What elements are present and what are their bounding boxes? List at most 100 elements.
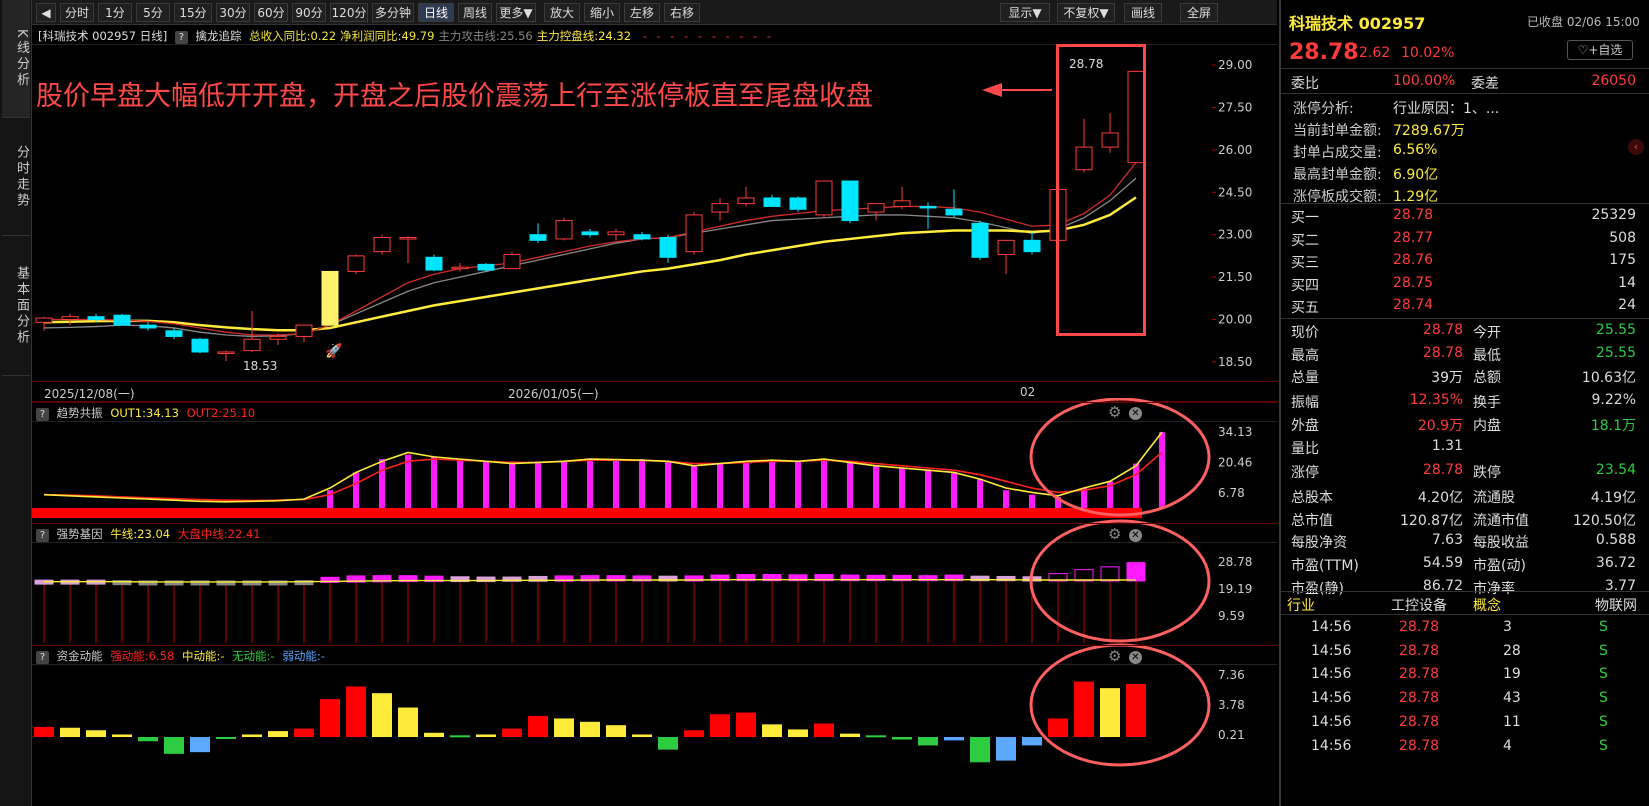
action-button-3[interactable]: 右移 (664, 3, 700, 22)
period-button-4[interactable]: 30分 (216, 3, 250, 22)
toolbar-right-2[interactable]: 画线 (1124, 3, 1162, 22)
period-button-11[interactable]: 更多▼ (496, 3, 536, 22)
candle-body[interactable] (971, 222, 989, 258)
candle-body[interactable] (165, 330, 183, 337)
candle-body[interactable] (763, 197, 781, 207)
candle-body[interactable] (789, 197, 807, 210)
price-tick: 20.00 (1218, 312, 1252, 326)
candle-body[interactable] (997, 239, 1015, 255)
candle-body[interactable] (113, 314, 131, 326)
stat-key: 每股收益 (1473, 535, 1529, 552)
candle-body[interactable] (87, 316, 105, 320)
candle-body[interactable] (217, 351, 235, 354)
bid-row[interactable]: 买四 28.75 14 (1281, 273, 1649, 295)
candle-body[interactable] (841, 180, 859, 222)
period-button-3[interactable]: 15分 (174, 3, 212, 22)
axis-tick: 9.59 (1218, 609, 1245, 623)
candle-body[interactable] (269, 335, 287, 340)
candle-body[interactable] (425, 256, 443, 271)
action-button-2[interactable]: 左移 (624, 3, 660, 22)
candle-body[interactable] (659, 237, 677, 258)
stat-key: 总市值 (1291, 512, 1333, 529)
candle-body[interactable] (295, 324, 313, 337)
candle-body[interactable] (373, 237, 391, 253)
collapse-arrow-icon[interactable]: ‹ (1628, 139, 1644, 155)
toolbar-right-0[interactable]: 显示▼ (1000, 3, 1050, 22)
sidebar-item-intraday[interactable]: 分时走势 (2, 118, 30, 236)
candle-body[interactable] (347, 255, 365, 272)
stat-row: 最高 28.78 最低 25.55 (1281, 343, 1649, 365)
concept-value[interactable]: 物联网 (1595, 595, 1637, 615)
sidebar-item-kline[interactable]: K线分析 (2, 0, 30, 118)
bid-vol: 508 (1609, 229, 1636, 246)
candle-body[interactable] (711, 203, 729, 213)
sidebar-item-label: 分时走势 (14, 144, 29, 209)
help-icon[interactable]: ? (174, 31, 188, 44)
candle-body[interactable] (893, 200, 911, 207)
sidebar-item-fundamental[interactable]: 基本面分析 (2, 236, 30, 376)
candle-body[interactable] (867, 203, 885, 213)
candle-body[interactable] (451, 266, 469, 270)
help-icon[interactable]: ? (36, 408, 49, 421)
period-button-7[interactable]: 120分 (330, 3, 368, 22)
industry-value[interactable]: 工控设备 (1391, 595, 1447, 615)
stat-row: 每股净资 7.63 每股收益 0.588 (1281, 530, 1649, 552)
industry-row: 行业 工控设备 概念 物联网 (1281, 592, 1649, 616)
period-button-0[interactable]: 分时 (60, 3, 94, 22)
candle-body[interactable] (633, 234, 651, 240)
tick-row: 14:56 28.78 3 S (1281, 617, 1649, 639)
resonance-bar (925, 470, 931, 508)
bid-row[interactable]: 买三 28.76 175 (1281, 250, 1649, 272)
tick-row: 14:56 28.78 28 S (1281, 641, 1649, 663)
candle-body[interactable] (945, 208, 963, 216)
candle-body[interactable] (35, 317, 53, 323)
mid-momentum-value: 中动能:- (181, 649, 225, 663)
price-tick: 29.00 (1218, 58, 1252, 72)
tick-v: 28 (1503, 642, 1521, 659)
tick-row: 14:56 28.78 4 S (1281, 736, 1649, 758)
candle-body[interactable] (321, 270, 339, 326)
toolbar-right-3[interactable]: 全屏 (1180, 3, 1218, 22)
period-button-10[interactable]: 周线 (458, 3, 492, 22)
period-button-9[interactable]: 日线 (418, 3, 454, 22)
toolbar-right-1[interactable]: 不复权▼ (1057, 3, 1115, 22)
bid-row[interactable]: 买五 28.74 24 (1281, 295, 1649, 317)
candle-body[interactable] (61, 316, 79, 320)
candle-body[interactable] (815, 180, 833, 216)
period-button-8[interactable]: 多分钟 (372, 3, 414, 22)
period-button-5[interactable]: 60分 (254, 3, 288, 22)
candle-body[interactable] (477, 263, 495, 271)
back-arrow-icon[interactable]: ◀ (36, 3, 56, 22)
add-watchlist-button[interactable]: ♡+自选 (1567, 40, 1633, 60)
candle-body[interactable] (555, 220, 573, 240)
candle-body[interactable] (737, 197, 755, 205)
momentum-bar (658, 737, 678, 750)
candle-body[interactable] (581, 231, 599, 236)
bid-row[interactable]: 买一 28.78 25329 (1281, 205, 1649, 227)
period-button-6[interactable]: 90分 (292, 3, 326, 22)
candle-body[interactable] (139, 324, 157, 329)
bid-row[interactable]: 买二 28.77 508 (1281, 228, 1649, 250)
candle-body[interactable] (191, 338, 209, 353)
candle-body[interactable] (685, 214, 703, 253)
limit-value[interactable]: 行业原因：1、... (1393, 98, 1499, 118)
limit-row: 封单占成交量: 6.56% (1281, 140, 1649, 162)
action-button-0[interactable]: 放大 (544, 3, 580, 22)
help-icon[interactable]: ? (36, 529, 49, 542)
stat-value: 9.22% (1591, 392, 1636, 409)
candle-body[interactable] (399, 237, 417, 240)
action-button-1[interactable]: 缩小 (584, 3, 620, 22)
candle-body[interactable] (919, 205, 937, 209)
stat-value: 0.588 (1595, 532, 1636, 549)
candle-body[interactable] (529, 234, 547, 241)
candle-body[interactable] (1023, 239, 1041, 253)
bid-price: 28.74 (1393, 297, 1434, 313)
candle-body[interactable] (243, 338, 261, 352)
period-button-1[interactable]: 1分 (98, 3, 132, 22)
candle-body[interactable] (503, 253, 521, 270)
tick-v: 3 (1503, 619, 1512, 635)
candle-body[interactable] (607, 231, 625, 236)
momentum-bar (788, 729, 808, 737)
help-icon[interactable]: ? (36, 651, 49, 664)
period-button-2[interactable]: 5分 (136, 3, 170, 22)
